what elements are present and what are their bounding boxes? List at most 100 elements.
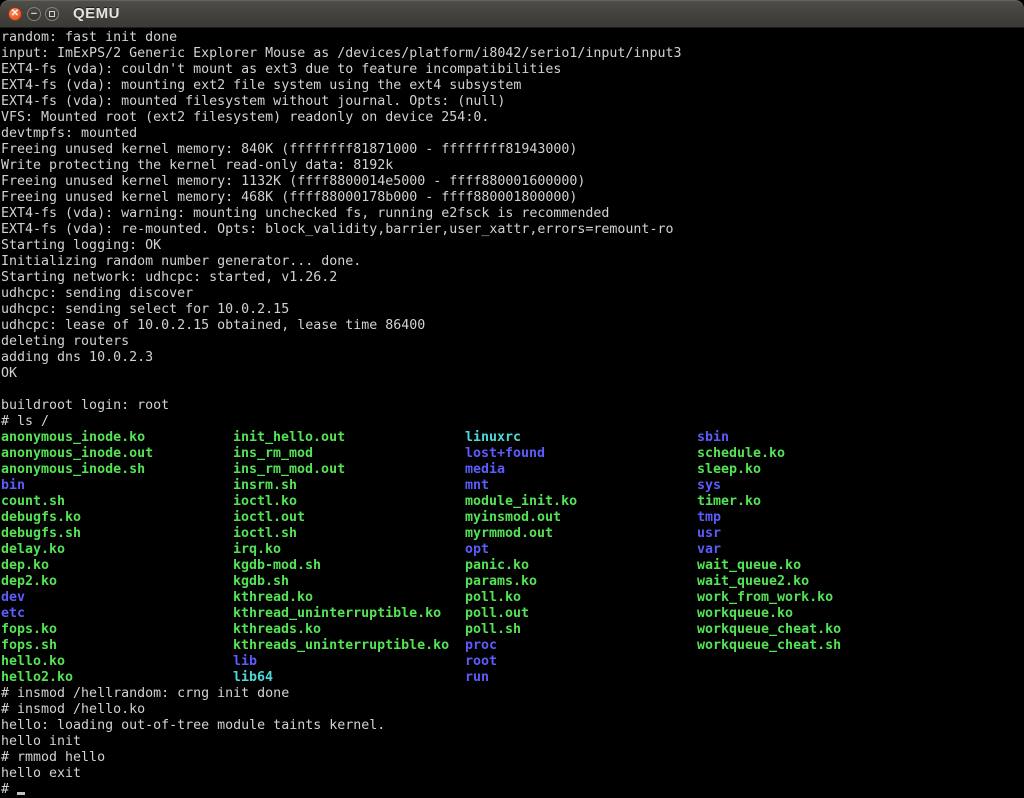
- console-line: hello exit: [1, 766, 1024, 782]
- ls-entry: hello2.ko: [1, 670, 233, 686]
- close-icon: ✕: [11, 9, 19, 19]
- ls-entry: myinsmod.out: [465, 510, 697, 526]
- ls-entry: module_init.ko: [465, 494, 697, 510]
- ls-entry: linuxrc: [465, 430, 697, 446]
- ls-entry: run: [465, 670, 697, 686]
- maximize-button[interactable]: [45, 7, 59, 21]
- console-line: Initializing random number generator... …: [1, 254, 1024, 270]
- ls-entry: ioctl.ko: [233, 494, 465, 510]
- ls-entry: workqueue_cheat.sh: [697, 638, 929, 654]
- ls-entry: workqueue.ko: [697, 606, 929, 622]
- ls-entry: sbin: [697, 430, 929, 446]
- ls-entry: ioctl.out: [233, 510, 465, 526]
- console-line: Freeing unused kernel memory: 468K (ffff…: [1, 190, 1024, 206]
- ls-entry: usr: [697, 526, 929, 542]
- console-line: hello init: [1, 734, 1024, 750]
- ls-entry: workqueue_cheat.ko: [697, 622, 929, 638]
- ls-entry: hello.ko: [1, 654, 233, 670]
- ls-entry: etc: [1, 606, 233, 622]
- window-titlebar[interactable]: ✕ − QEMU: [0, 0, 1024, 28]
- ls-entry: debugfs.ko: [1, 510, 233, 526]
- ls-entry: dep.ko: [1, 558, 233, 574]
- console-line: udhcpc: sending select for 10.0.2.15: [1, 302, 1024, 318]
- ls-entry: debugfs.sh: [1, 526, 233, 542]
- ls-entry: fops.ko: [1, 622, 233, 638]
- console-line: EXT4-fs (vda): warning: mounting uncheck…: [1, 206, 1024, 222]
- ls-entry: opt: [465, 542, 697, 558]
- console-line: random: fast init done: [1, 30, 1024, 46]
- ls-entry: sleep.ko: [697, 462, 929, 478]
- ls-entry: kgdb.sh: [233, 574, 465, 590]
- ls-entry: poll.ko: [465, 590, 697, 606]
- ls-entry: ins_rm_mod.out: [233, 462, 465, 478]
- ls-entry: params.ko: [465, 574, 697, 590]
- console-line: devtmpfs: mounted: [1, 126, 1024, 142]
- console-line: [1, 382, 1024, 398]
- console-line: EXT4-fs (vda): couldn't mount as ext3 du…: [1, 62, 1024, 78]
- ls-entry: anonymous_inode.out: [1, 446, 233, 462]
- console-line: OK: [1, 366, 1024, 382]
- console-line: Freeing unused kernel memory: 840K (ffff…: [1, 142, 1024, 158]
- ls-entry: lib64: [233, 670, 465, 686]
- close-button[interactable]: ✕: [8, 7, 22, 21]
- ls-entry: media: [465, 462, 697, 478]
- ls-entry: lib: [233, 654, 465, 670]
- console-line: # ls /: [1, 414, 1024, 430]
- ls-entry: var: [697, 542, 929, 558]
- ls-entry: poll.sh: [465, 622, 697, 638]
- console-line: VFS: Mounted root (ext2 filesystem) read…: [1, 110, 1024, 126]
- ls-entry: anonymous_inode.sh: [1, 462, 233, 478]
- ls-entry: proc: [465, 638, 697, 654]
- ls-entry: myrmmod.out: [465, 526, 697, 542]
- ls-entry: kgdb-mod.sh: [233, 558, 465, 574]
- ls-entry: irq.ko: [233, 542, 465, 558]
- ls-entry: dep2.ko: [1, 574, 233, 590]
- terminal-cursor: [17, 792, 25, 795]
- console-line: EXT4-fs (vda): re-mounted. Opts: block_v…: [1, 222, 1024, 238]
- ls-entry: wait_queue.ko: [697, 558, 929, 574]
- ls-entry: poll.out: [465, 606, 697, 622]
- console-line: buildroot login: root: [1, 398, 1024, 414]
- ls-output: anonymous_inode.koanonymous_inode.outano…: [1, 430, 1024, 686]
- ls-entry: ins_rm_mod: [233, 446, 465, 462]
- console-line: # insmod /hello.ko: [1, 702, 1024, 718]
- ls-entry: sys: [697, 478, 929, 494]
- console-line: EXT4-fs (vda): mounted filesystem withou…: [1, 94, 1024, 110]
- console-line: udhcpc: sending discover: [1, 286, 1024, 302]
- ls-entry: kthreads_uninterruptible.ko: [233, 638, 465, 654]
- console-line: # rmmod hello: [1, 750, 1024, 766]
- shell-log: # insmod /hellrandom: crng init done# in…: [1, 686, 1024, 782]
- ls-entry: delay.ko: [1, 542, 233, 558]
- ls-entry: wait_queue2.ko: [697, 574, 929, 590]
- ls-entry: anonymous_inode.ko: [1, 430, 233, 446]
- ls-entry: kthread.ko: [233, 590, 465, 606]
- ls-entry: count.sh: [1, 494, 233, 510]
- ls-entry: root: [465, 654, 697, 670]
- console-line: Starting network: udhcpc: started, v1.26…: [1, 270, 1024, 286]
- console-line: deleting routers: [1, 334, 1024, 350]
- maximize-icon: [49, 11, 55, 17]
- ls-entry: work_from_work.ko: [697, 590, 929, 606]
- ls-entry: bin: [1, 478, 233, 494]
- ls-entry: panic.ko: [465, 558, 697, 574]
- ls-entry: fops.sh: [1, 638, 233, 654]
- window-title: QEMU: [73, 5, 120, 22]
- minimize-icon: −: [31, 9, 37, 20]
- minimize-button[interactable]: −: [27, 7, 41, 21]
- console-line: Write protecting the kernel read-only da…: [1, 158, 1024, 174]
- ls-entry: schedule.ko: [697, 446, 929, 462]
- terminal-screen[interactable]: random: fast init doneinput: ImExPS/2 Ge…: [0, 28, 1024, 796]
- ls-entry: timer.ko: [697, 494, 929, 510]
- ls-entry: dev: [1, 590, 233, 606]
- console-line: Starting logging: OK: [1, 238, 1024, 254]
- ls-entry: kthread_uninterruptible.ko: [233, 606, 465, 622]
- console-line: Freeing unused kernel memory: 1132K (fff…: [1, 174, 1024, 190]
- ls-entry: ioctl.sh: [233, 526, 465, 542]
- console-line: input: ImExPS/2 Generic Explorer Mouse a…: [1, 46, 1024, 62]
- console-line: # insmod /hellrandom: crng init done: [1, 686, 1024, 702]
- ls-entry: kthreads.ko: [233, 622, 465, 638]
- console-line: adding dns 10.0.2.3: [1, 350, 1024, 366]
- shell-prompt: #: [1, 782, 17, 797]
- boot-log: random: fast init doneinput: ImExPS/2 Ge…: [1, 30, 1024, 430]
- ls-entry: tmp: [697, 510, 929, 526]
